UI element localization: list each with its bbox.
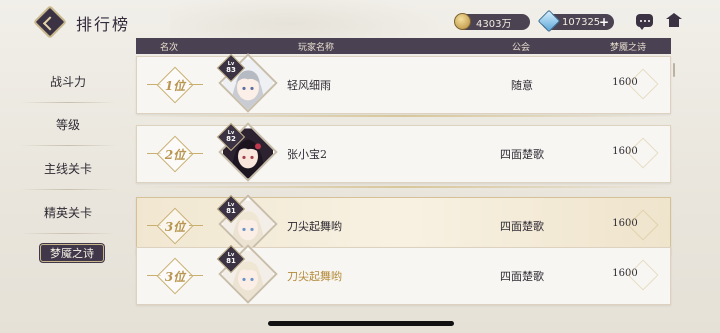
gem-counter[interactable]: 107325 +: [537, 9, 614, 33]
row-ornament: [627, 209, 659, 241]
home-icon[interactable]: [666, 13, 682, 29]
rank-badge: 3位: [147, 207, 203, 245]
plus-icon[interactable]: +: [599, 15, 609, 29]
sidebar-divider: [20, 145, 116, 146]
sidebar-item-elite-stage[interactable]: 精英关卡: [14, 204, 122, 221]
guild-name: 四面楚歌: [500, 270, 544, 283]
scrollbar[interactable]: [673, 63, 675, 77]
sidebar-divider: [20, 189, 116, 190]
gold-amount: 4303万: [476, 18, 512, 30]
row-ornament: [627, 68, 659, 100]
coin-icon: [454, 13, 471, 30]
sidebar-item-nightmare-poem[interactable]: 梦魇之诗: [40, 244, 104, 262]
ranking-row[interactable]: 2位 Lv 82 张小宝2 四面楚歌 1600: [136, 122, 671, 183]
page-title: 排行榜: [76, 15, 131, 34]
sidebar-item-power[interactable]: 战斗力: [14, 73, 122, 90]
sidebar-item-level[interactable]: 等级: [14, 116, 122, 133]
guild-name: 四面楚歌: [500, 148, 544, 161]
guild-name: 随意: [511, 79, 533, 92]
row-ornament: [627, 137, 659, 169]
rank-badge: 3位: [147, 257, 203, 295]
sidebar-divider: [20, 233, 116, 234]
gold-counter: 4303万: [454, 13, 530, 30]
chat-icon[interactable]: [636, 14, 653, 30]
sidebar-divider: [20, 102, 116, 103]
my-ranking-row[interactable]: 3位 Lv 81 刀尖起舞哟 四面楚歌 1600: [136, 244, 671, 305]
row-divider: [136, 115, 671, 117]
player-name: 张小宝2: [287, 148, 327, 161]
player-name: 刀尖起舞哟: [287, 220, 342, 233]
table-header: 名次 玩家名称 公会 梦魇之诗: [136, 38, 671, 54]
ranking-row[interactable]: 1位 Lv 83 轻风细雨 随意 1600: [136, 53, 671, 114]
column-header-rank: 名次: [159, 43, 178, 53]
player-name: 刀尖起舞哟: [287, 270, 342, 283]
rank-badge: 2位: [147, 135, 203, 173]
column-header-guild: 公会: [511, 43, 530, 53]
home-indicator[interactable]: [268, 321, 454, 326]
sidebar-item-main-stage[interactable]: 主线关卡: [14, 160, 122, 177]
row-ornament: [627, 259, 659, 291]
rank-badge: 1位: [147, 66, 203, 104]
row-divider: [136, 186, 671, 188]
column-header-score: 梦魇之诗: [609, 43, 646, 53]
guild-name: 四面楚歌: [500, 220, 544, 233]
column-header-player: 玩家名称: [297, 43, 334, 53]
gem-amount: 107325: [562, 16, 601, 28]
player-name: 轻风细雨: [287, 79, 331, 92]
